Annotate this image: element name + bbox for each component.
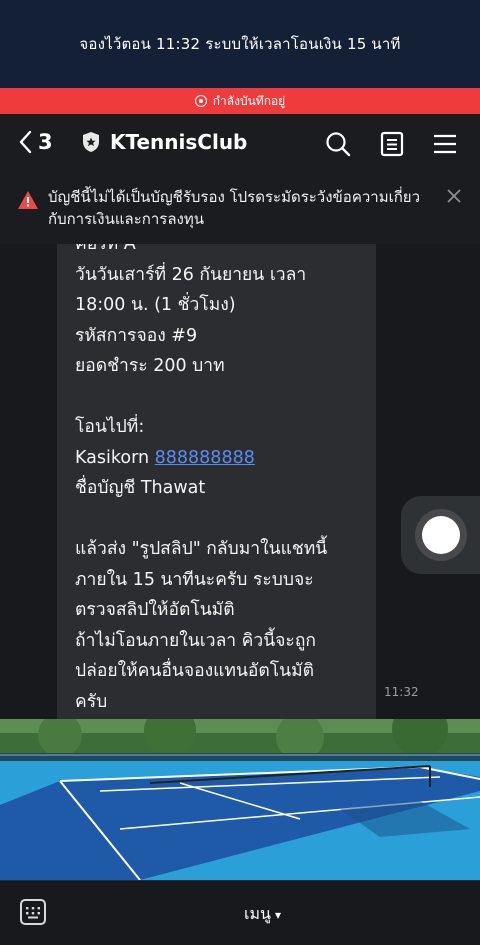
shield-icon: [83, 132, 99, 152]
keyboard-icon[interactable]: [20, 899, 46, 925]
menu-icon[interactable]: [431, 130, 459, 158]
account-number-link[interactable]: 888888888: [155, 448, 255, 468]
message-text: คอร์ท A วันวันเสาร์ที่ 26 กันยายน เวลา 1…: [75, 244, 328, 712]
chat-title[interactable]: KTennisClub: [82, 130, 247, 154]
search-icon[interactable]: [324, 130, 352, 158]
close-icon[interactable]: [447, 189, 461, 203]
unread-count: 3: [38, 130, 53, 154]
court-illustration: [0, 719, 480, 880]
chat-name: KTennisClub: [110, 130, 248, 154]
bottom-bar: เมนู ▾: [0, 880, 480, 945]
chat-header: 3 KTennisClub: [0, 114, 480, 174]
booking-timer-banner: จองไว้ตอน 11:32 ระบบให้เวลาโอนเงิน 15 นา…: [0, 0, 480, 88]
unverified-account-warning: บัญชีนี้ไม่ได้เป็นบัญชีรับรอง โปรดระมัดร…: [0, 174, 480, 244]
record-icon: [194, 95, 207, 107]
assistive-touch-icon: [414, 509, 467, 561]
booking-timer-text: จองไว้ตอน 11:32 ระบบให้เวลาโอนเงิน 15 นา…: [79, 35, 401, 53]
warning-text: บัญชีนี้ไม่ได้เป็นบัญชีรับรอง โปรดระมัดร…: [48, 188, 421, 228]
rich-menu-toggle[interactable]: เมนู ▾: [244, 902, 281, 927]
back-button[interactable]: 3: [18, 130, 53, 154]
message-timestamp: 11:32: [384, 685, 419, 699]
recording-indicator: กำลังบันทึกอยู่: [0, 88, 480, 114]
recording-label: กำลังบันทึกอยู่: [212, 93, 286, 108]
chevron-down-icon: ▾: [274, 907, 281, 922]
tennis-court-image[interactable]: [0, 719, 480, 880]
warning-icon: [18, 191, 38, 209]
note-icon[interactable]: [378, 130, 406, 158]
chevron-left-icon: [19, 130, 32, 154]
menu-label: เมนู: [244, 904, 271, 923]
floating-assist-button[interactable]: [401, 496, 480, 574]
